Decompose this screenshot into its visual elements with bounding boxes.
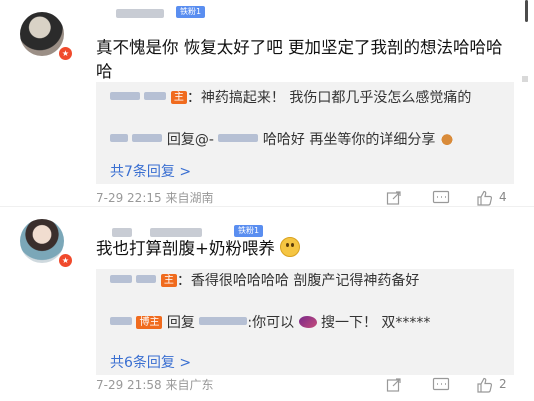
reply-suffix: 搜一下！ 双***** [320,315,431,331]
replier-name-redacted[interactable] [110,275,132,283]
dog-emoji-icon [439,133,454,145]
reply-text: :你可以 [247,315,295,331]
reply-prefix: 回复@- [166,132,214,148]
timestamp: 7-29 22:15 [96,191,162,205]
like-icon[interactable] [476,190,494,206]
reply-line-2: 回复@- 哈哈好 再坐等你的详细分享 [110,130,506,150]
comment-text-content: 我也打算剖腹+奶粉喂养 [96,239,275,258]
location: 来自广东 [165,378,214,392]
shocked-emoji-icon [280,237,301,257]
comment-icon[interactable] [432,190,450,206]
more-replies-link[interactable]: 共7条回复 > [110,162,191,182]
comment-item: ★ 铁粉1 我也打算剖腹+奶粉喂养 主：香得很哈哈哈哈 剖腹产记得神药备好 博主… [0,206,534,401]
share-icon[interactable] [386,377,402,393]
location: 来自湖南 [165,191,214,205]
comment-icon[interactable] [432,377,450,393]
replier-name-redacted-2 [132,134,163,142]
eggplant-emoji-icon [298,316,317,328]
like-count: 4 [499,190,507,204]
like-count: 2 [499,377,507,391]
like-icon[interactable] [476,377,494,393]
reply-line-2: 博主 回复 :你可以 搜一下！ 双***** [110,313,506,333]
reply-text: ：神药搞起来！ 我伤口都几乎没怎么感觉痛的 [186,90,472,106]
scroll-marker [522,76,528,82]
comment-text: 真不愧是你 恢复太好了吧 更加坚定了我剖的想法哈哈哈哈 [96,38,503,81]
fan-badge: 铁粉1 [176,6,206,18]
vip-badge-icon: ★ [57,252,74,269]
timestamp: 7-29 21:58 [96,378,162,392]
comment-text: 我也打算剖腹+奶粉喂养 [96,237,516,261]
reply-text: ：香得很哈哈哈哈 剖腹产记得神药备好 [176,273,420,289]
username-redacted-2 [150,228,202,237]
comment-meta: 7-29 21:58 来自广东 [96,377,213,393]
reply-line-1: 主：香得很哈哈哈哈 剖腹产记得神药备好 [110,271,506,291]
replier-name-redacted-2 [144,92,167,100]
poster-tag: 博主 [136,316,163,329]
replier-name-redacted[interactable] [110,317,132,325]
reply-line-1: 主：神药搞起来！ 我伤口都几乎没怎么感觉痛的 [110,88,506,108]
mention-redacted [199,317,248,325]
poster-tag: 主 [170,91,187,104]
mention-redacted [218,134,259,142]
replier-name-redacted-2 [136,275,157,283]
reply-box[interactable]: 主：神药搞起来！ 我伤口都几乎没怎么感觉痛的 回复@- 哈哈好 再坐等你的详细分… [96,82,514,184]
poster-tag: 主 [160,274,177,287]
vip-badge-icon: ★ [57,45,74,62]
replier-name-redacted[interactable] [110,92,140,100]
comment-item: ★ 铁粉1 真不愧是你 恢复太好了吧 更加坚定了我剖的想法哈哈哈哈 主：神药搞起… [0,0,534,206]
username-redacted[interactable] [116,9,164,18]
fan-badge: 铁粉1 [234,225,264,237]
reply-text: 哈哈好 再坐等你的详细分享 [262,132,436,148]
more-replies-link[interactable]: 共6条回复 > [110,353,191,373]
comment-meta: 7-29 22:15 来自湖南 [96,190,213,206]
username-redacted[interactable] [112,228,132,237]
replier-name-redacted[interactable] [110,134,128,142]
share-icon[interactable] [386,190,402,206]
reply-box[interactable]: 主：香得很哈哈哈哈 剖腹产记得神药备好 博主 回复 :你可以 搜一下！ 双***… [96,269,514,375]
reply-prefix: 回复 [166,315,195,331]
scrollbar[interactable] [525,0,528,22]
